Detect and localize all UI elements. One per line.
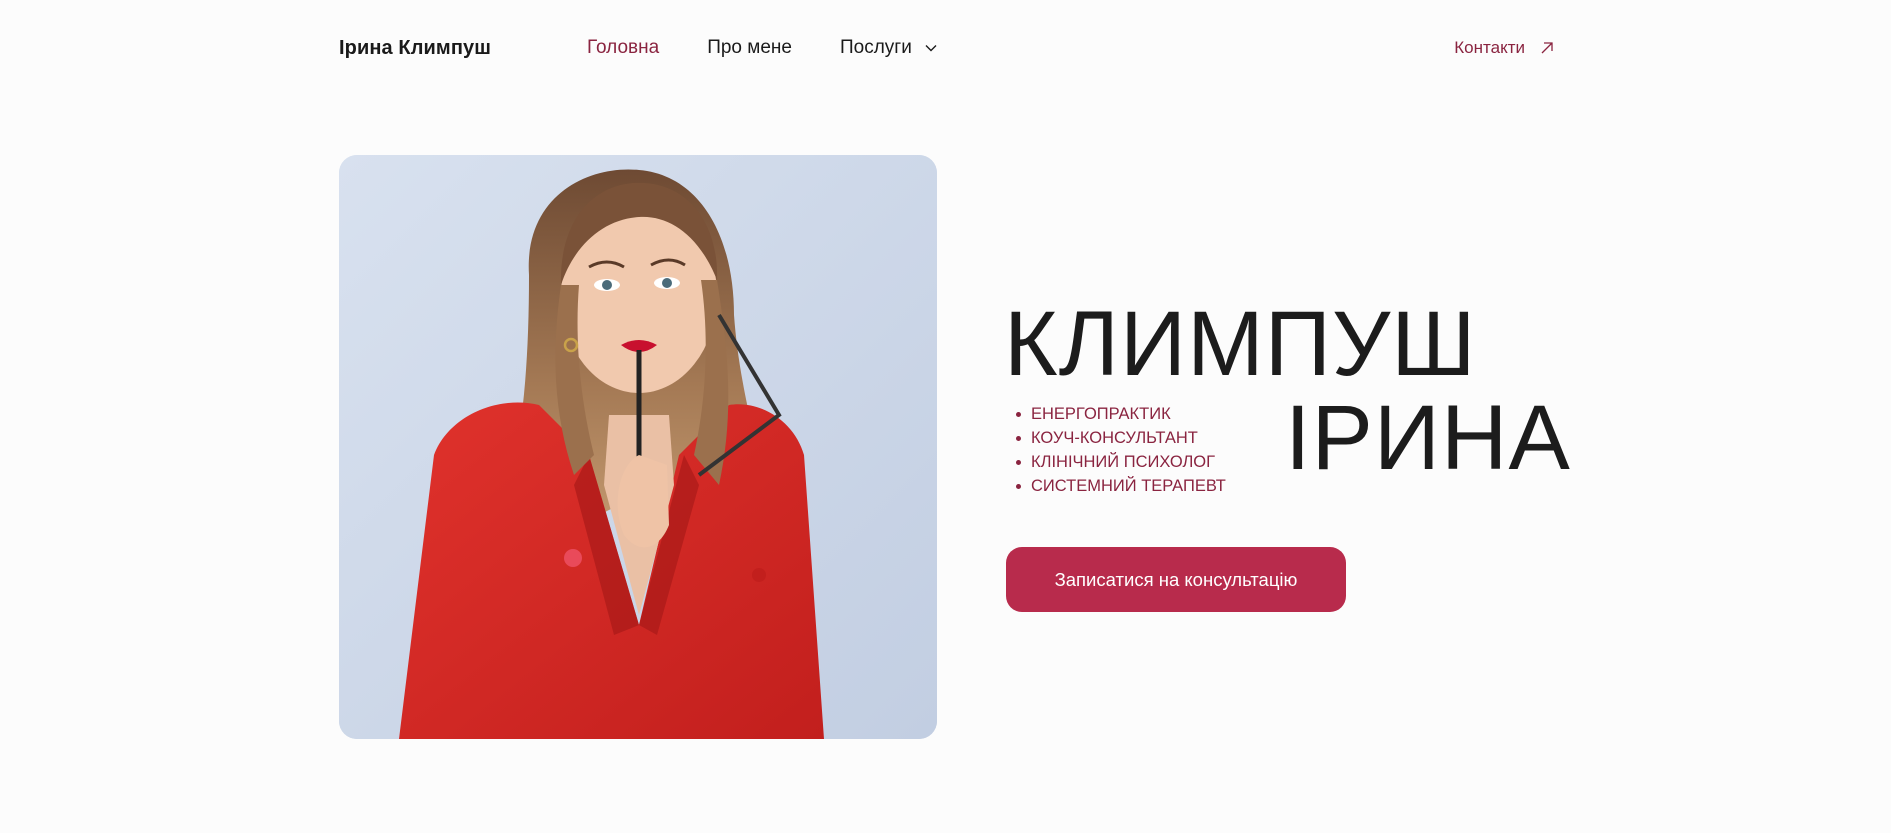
nav-item-home[interactable]: Головна — [587, 37, 659, 59]
site-logo[interactable]: Ірина Климпуш — [339, 37, 491, 60]
main-nav: Головна Про мене Послуги — [587, 37, 938, 59]
hero-title-name: ІРИНА — [1285, 387, 1571, 489]
site-header: Ірина Климпуш Головна Про мене Послуги К… — [339, 0, 1555, 96]
role-item: КОУЧ-КОНСУЛЬТАНТ — [1016, 426, 1226, 450]
book-consultation-button[interactable]: Записатися на консультацію — [1006, 547, 1346, 612]
contacts-label: Контакти — [1454, 38, 1525, 57]
arrow-up-right-icon — [1539, 40, 1555, 56]
contacts-link[interactable]: Контакти — [1454, 38, 1555, 58]
role-item: КЛІНІЧНИЙ ПСИХОЛОГ — [1016, 450, 1226, 474]
nav-item-about-label: Про мене — [707, 37, 792, 58]
nav-item-services[interactable]: Послуги — [840, 37, 938, 59]
portrait-illustration — [339, 155, 937, 739]
roles-list: ЕНЕРГОПРАКТИК КОУЧ-КОНСУЛЬТАНТ КЛІНІЧНИЙ… — [1016, 402, 1226, 498]
role-item: ЕНЕРГОПРАКТИК — [1016, 402, 1226, 426]
role-item: СИСТЕМНИЙ ТЕРАПЕВТ — [1016, 474, 1226, 498]
nav-item-home-label: Головна — [587, 37, 660, 58]
hero-photo — [339, 155, 937, 739]
chevron-down-icon — [924, 41, 938, 55]
page: Ірина Климпуш Головна Про мене Послуги К… — [0, 0, 1891, 833]
nav-item-services-label: Послуги — [839, 37, 912, 58]
nav-item-about[interactable]: Про мене — [707, 37, 792, 59]
hero-title-surname: КЛИМПУШ — [1004, 293, 1477, 395]
